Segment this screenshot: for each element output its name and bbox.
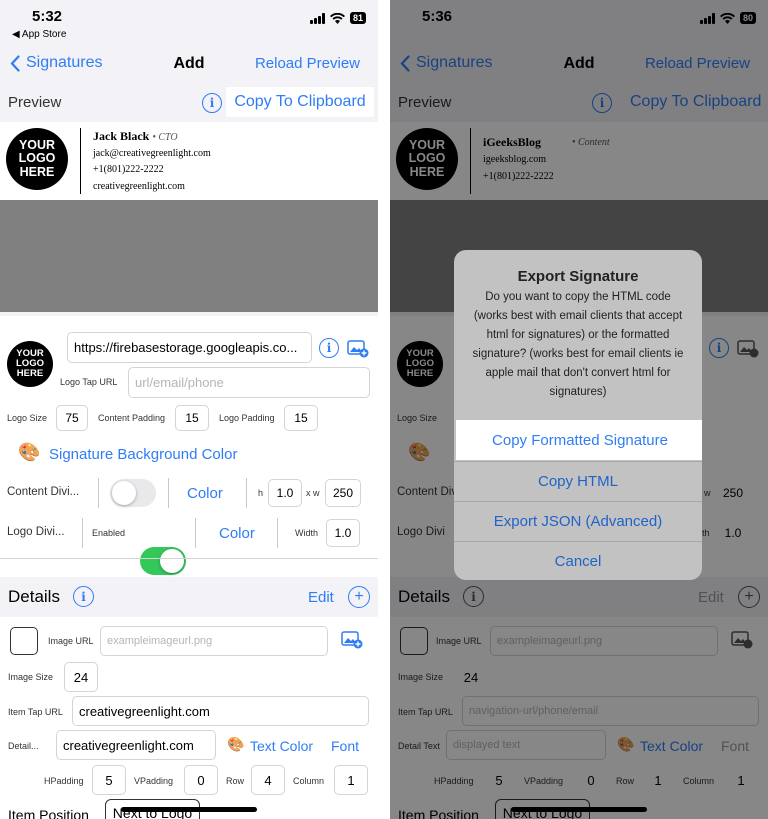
info-icon[interactable]: i [73,586,94,607]
signature-phone: +1(801)222-2222 [93,164,164,175]
signature-email: jack@creativegreenlight.com [93,148,211,159]
signature-name-line: Jack Black • CTO [93,129,178,144]
content-divider-toggle[interactable] [110,479,156,507]
cancel-button[interactable]: Cancel [454,541,702,580]
nav-bar: Signatures Add Reload Preview [0,46,378,82]
vpadding-input[interactable]: 0 [184,765,218,795]
logo-size-label: Logo Size [7,413,48,423]
signature-name: Jack Black [93,129,150,143]
image-picker-icon[interactable] [347,340,369,358]
alert-message: Do you want to copy the HTML code (works… [472,291,684,398]
detail-text-input[interactable]: creativegreenlight.com [56,730,216,760]
image-size-label: Image Size [8,672,54,682]
logo-divider-label: Logo Divi... [7,526,65,538]
column-label: Column [293,776,325,786]
status-icons: 81 [309,12,366,24]
logo-line-2: LOGO [18,151,56,166]
preview-background [0,200,378,312]
separator [82,518,83,548]
vpadding-label: VPadding [134,776,174,786]
divider-width-input[interactable]: 250 [325,479,361,507]
details-header: Details i Edit + [0,577,378,617]
separator [195,518,196,548]
width-label: Width [295,528,319,538]
details-form: Image URL exampleimageurl.png Image Size… [0,617,378,819]
logo-tap-url-input[interactable]: url/email/phone [128,367,370,398]
status-time: 5:32 [32,8,63,25]
logo-divider [80,128,81,194]
column-input[interactable]: 1 [334,765,368,795]
content-divider-label: Content Divi... [7,486,80,498]
preview-label: Preview [8,94,62,111]
enabled-label: Enabled [92,528,126,538]
left-screenshot: 5:32 ◀ App Store 81 Signatures Add Reloa… [0,0,378,819]
text-color-button[interactable]: Text Color [250,738,313,754]
row-input[interactable]: 4 [251,765,285,795]
row-label: Row [226,776,245,786]
logo-line-3: HERE [16,367,44,379]
logo-tap-url-label: Logo Tap URL [60,377,118,387]
home-indicator [121,807,257,812]
hpadding-input[interactable]: 5 [92,765,126,795]
hpadding-label: HPadding [44,776,84,786]
reload-preview-button[interactable]: Reload Preview [255,55,360,72]
font-button[interactable]: Font [331,738,359,754]
back-to-app-store[interactable]: ◀ App Store [12,29,66,40]
separator [168,478,169,508]
content-padding-input[interactable]: 15 [175,405,209,431]
export-signature-alert: Export Signature Do you want to copy the… [454,250,702,580]
signature-website: creativegreenlight.com [93,181,185,192]
info-icon[interactable]: i [202,93,222,113]
logo-size-input[interactable]: 75 [56,405,88,431]
logo-padding-input[interactable]: 15 [284,405,318,431]
image-checkbox[interactable] [10,627,38,655]
edit-button[interactable]: Edit [308,589,334,606]
signal-icon [309,12,325,24]
content-divider-color-button[interactable]: Color [187,485,223,502]
divider-height-input[interactable]: 1.0 [268,479,302,507]
battery-icon: 81 [349,12,366,24]
status-bar: 5:32 ◀ App Store 81 [0,0,378,46]
content-padding-label: Content Padding [98,413,166,423]
palette-icon: 🎨 [227,736,245,752]
details-label: Details [8,587,60,606]
logo-line-3: HERE [19,164,55,179]
copy-formatted-signature-button[interactable]: Copy Formatted Signature [456,420,702,460]
image-url-label: Image URL [48,636,94,646]
detail-text-label: Detail... [8,741,39,751]
image-size-input[interactable]: 24 [64,662,98,692]
preview-header: Preview i Copy To Clipboard [0,86,378,120]
separator [246,478,247,508]
copy-html-button[interactable]: Copy HTML [454,461,702,501]
image-picker-icon[interactable] [341,631,363,649]
image-url-input[interactable]: exampleimageurl.png [100,626,328,656]
signature-background-color-button[interactable]: Signature Background Color [49,446,237,463]
logo-thumbnail[interactable]: YOUR LOGO HERE [7,341,53,387]
logo-url-input[interactable]: https://firebasestorage.googleapis.co... [67,332,312,363]
separator [98,478,99,508]
separator [277,518,278,548]
logo-image: YOUR LOGO HERE [6,128,68,190]
alert-title: Export Signature [517,268,639,285]
logo-divider-toggle[interactable] [140,547,186,575]
info-icon[interactable]: i [319,338,339,358]
signature-role: • CTO [152,132,178,143]
copy-to-clipboard-button[interactable]: Copy To Clipboard [226,87,374,117]
width-x-label: x w [306,488,320,498]
palette-icon: 🎨 [18,442,41,462]
section-divider [0,558,378,559]
right-screenshot: 5:36 80 Signatures Add Reload Preview Pr… [390,0,768,819]
panel-gap [378,0,390,819]
logo-divider-width-input[interactable]: 1.0 [326,519,360,547]
export-json-button[interactable]: Export JSON (Advanced) [454,501,702,541]
item-tap-url-input[interactable]: creativegreenlight.com [72,696,369,726]
add-item-icon[interactable]: + [348,586,370,608]
item-position-label: Item Position [8,807,89,819]
logo-padding-label: Logo Padding [219,413,275,423]
item-tap-url-label: Item Tap URL [8,707,63,717]
signature-preview: YOUR LOGO HERE Jack Black • CTO jack@cre… [0,122,378,200]
wifi-icon [329,12,345,24]
logo-divider-color-button[interactable]: Color [219,525,255,542]
height-label: h [258,488,264,498]
